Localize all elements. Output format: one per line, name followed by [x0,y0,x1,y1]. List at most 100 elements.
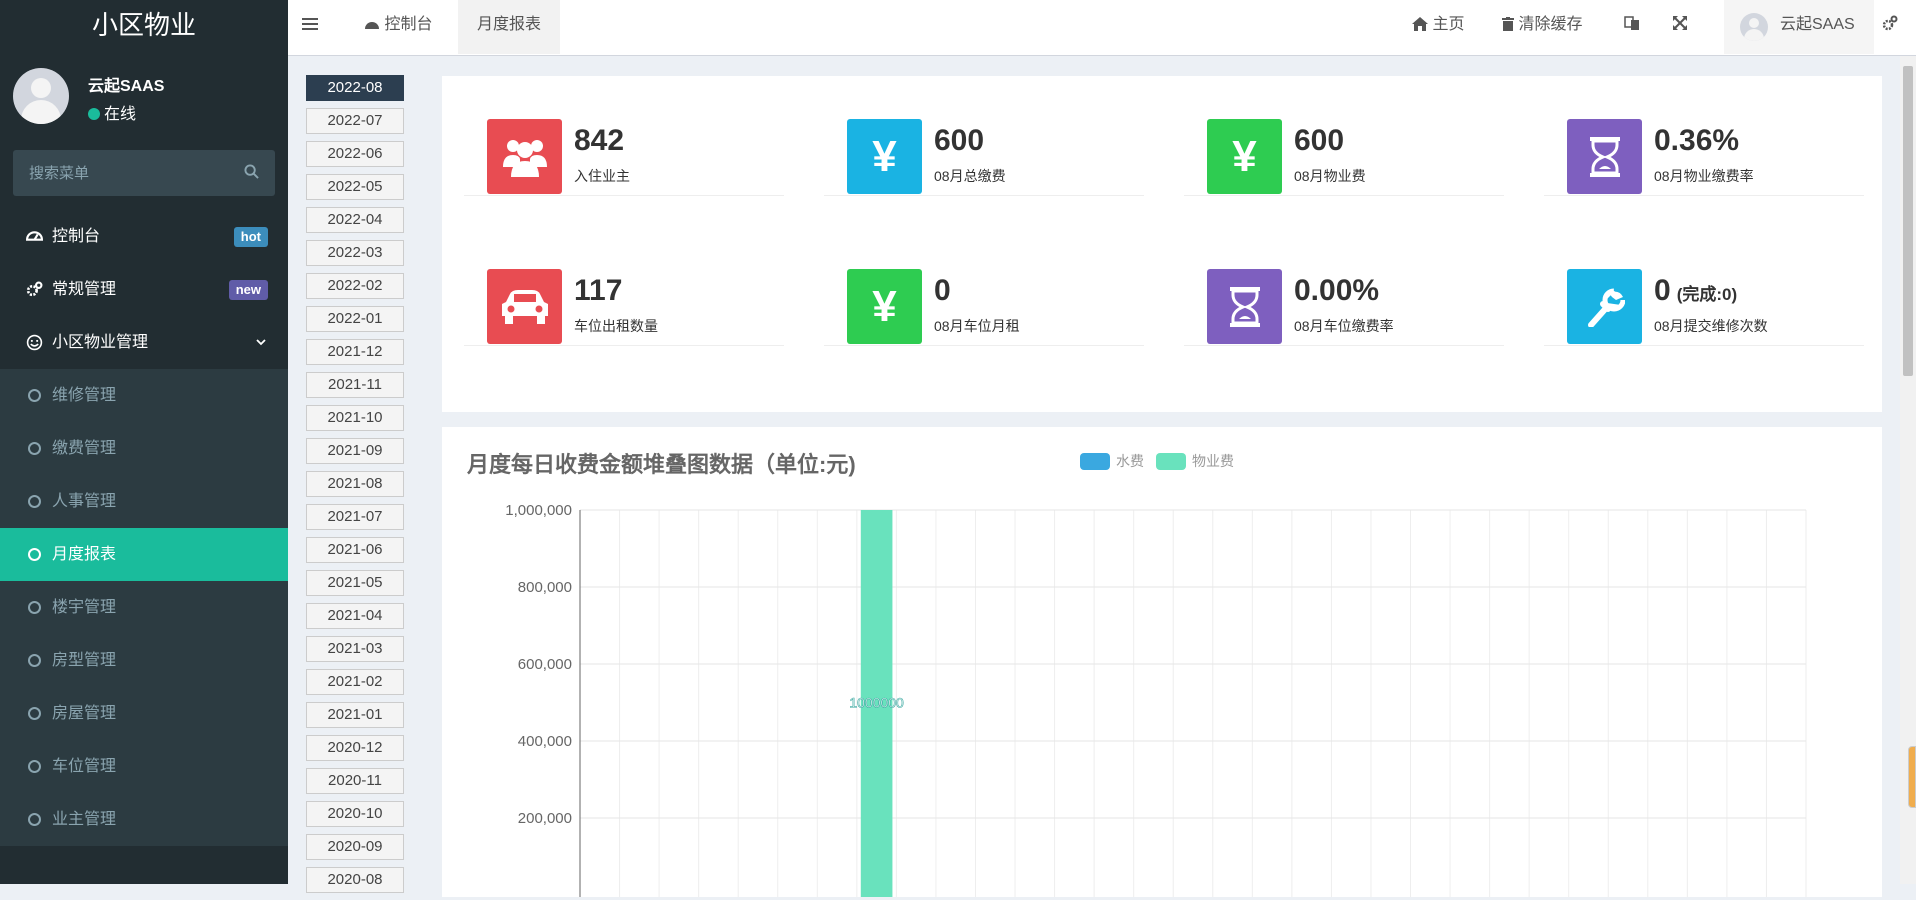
stat-value-text: 0.36% [1654,124,1740,157]
tab-label: 控制台 [384,16,433,33]
month-button[interactable]: 2021-11 [306,372,404,398]
scrollbar-thumb[interactable] [1903,66,1913,376]
month-button[interactable]: 2020-09 [306,834,404,860]
home-button[interactable]: 主页 [1412,0,1464,54]
y-tick-label: 1,000,000 [505,502,572,519]
stat-value-text: 842 [574,124,625,157]
month-button[interactable]: 2021-06 [306,537,404,563]
clear-cache-button[interactable]: 清除缓存 [1502,0,1582,54]
sidebar-nav: 控制台 hot 常规管理 new 小区物业管理 维修管理缴费管理人事管理月度报表… [0,210,288,846]
month-button[interactable]: 2022-05 [306,174,404,200]
stat-value-sub: (完成:0) [1676,285,1738,304]
month-button[interactable]: 2022-06 [306,141,404,167]
stat-value-text: 600 [934,124,985,157]
circle-icon [28,760,41,773]
sidebar-subitem-label: 人事管理 [52,493,117,510]
sidebar-toggle-button[interactable] [302,0,318,54]
yen-icon: ¥ [1207,119,1282,194]
chart-panel: 月度每日收费金额堆叠图数据（单位:元) 水费 物业费 1,000,000 800,0… [442,427,1882,897]
sidebar-item-label: 小区物业管理 [52,334,149,351]
month-button[interactable]: 2022-04 [306,207,404,233]
month-button[interactable]: 2021-08 [306,471,404,497]
stat-card: 117 车位出租数量 [464,226,784,346]
sidebar-item-property[interactable]: 小区物业管理 [0,316,288,369]
sidebar-item-console[interactable]: 控制台 hot [0,210,288,263]
tab-console[interactable]: 控制台 [364,0,432,54]
translate-button[interactable] [1624,0,1640,54]
month-button[interactable]: 2022-08 [306,75,404,101]
circle-icon [28,654,41,667]
stat-card: ¥600 08月总缴费 [824,76,1144,196]
sidebar-subitem[interactable]: 房型管理 [0,634,288,687]
stat-label: 08月车位月租 [934,318,1020,334]
sidebar-subitem[interactable]: 业主管理 [0,793,288,846]
app-logo[interactable]: 小区物业 [0,0,288,50]
month-button[interactable]: 2022-03 [306,240,404,266]
user-panel: 云起SAAS 在线 [13,68,273,126]
hourglass-icon [1207,269,1282,344]
legend-item[interactable]: 水费 [1080,451,1144,471]
stats-panel: 842 入住业主 ¥600 08月总缴费 ¥600 08月物业费 0.36% 08月物业缴费率… [442,76,1882,412]
month-button[interactable]: 2020-12 [306,735,404,761]
sidebar-subitem-label: 缴费管理 [52,440,117,457]
settings-button[interactable] [1882,0,1898,54]
circle-icon [28,707,41,720]
car-icon [487,269,562,344]
sidebar-subitem-label: 房屋管理 [52,705,117,722]
circle-icon [28,389,41,402]
sidebar: 小区物业 云起SAAS 在线 控制台 hot 常规管理 new 小区物业管理 维… [0,0,288,884]
sidebar-subitem[interactable]: 房屋管理 [0,687,288,740]
sidebar-subitem[interactable]: 缴费管理 [0,422,288,475]
month-button[interactable]: 2020-08 [306,867,404,893]
month-button[interactable]: 2022-07 [306,108,404,134]
user-menu-button[interactable]: 云起SAAS [1724,0,1874,54]
stat-card: 0.00% 08月车位缴费率 [1184,226,1504,346]
stat-value-text: 0 [1654,274,1671,307]
month-button[interactable]: 2021-12 [306,339,404,365]
chart-title: 月度每日收费金额堆叠图数据（单位:元) [467,452,856,477]
y-tick-label: 600,000 [518,656,572,673]
sidebar-subitem[interactable]: 楼宇管理 [0,581,288,634]
month-button[interactable]: 2021-01 [306,702,404,728]
fullscreen-button[interactable] [1672,0,1688,54]
month-button[interactable]: 2021-03 [306,636,404,662]
search-icon[interactable] [244,164,259,179]
stat-label: 08月总缴费 [934,168,1006,184]
month-button[interactable]: 2022-02 [306,273,404,299]
search-input[interactable] [13,150,223,196]
sidebar-subitem[interactable]: 月度报表 [0,528,288,581]
stat-value-text: 0.00% [1294,274,1380,307]
legend-label: 物业费 [1192,453,1234,469]
month-button[interactable]: 2021-04 [306,603,404,629]
sidebar-subitem[interactable]: 维修管理 [0,369,288,422]
month-button[interactable]: 2021-07 [306,504,404,530]
circle-icon [28,548,41,561]
stat-value: 0 (完成:0) [1654,274,1737,308]
tab-label: 月度报表 [476,16,541,33]
month-button[interactable]: 2021-10 [306,405,404,431]
user-status-label: 在线 [104,106,137,123]
y-tick-label: 400,000 [518,733,572,750]
stat-value-text: 0 [934,274,951,307]
sidebar-subitem[interactable]: 人事管理 [0,475,288,528]
sidebar-item-label: 控制台 [52,228,101,245]
trash-icon [1502,17,1514,31]
month-button[interactable]: 2021-05 [306,570,404,596]
user-status: 在线 [88,100,136,124]
user-name: 云起SAAS [88,78,165,95]
month-button[interactable]: 2021-09 [306,438,404,464]
stat-label: 08月提交维修次数 [1654,318,1768,334]
legend-item[interactable]: 物业费 [1156,451,1234,471]
chart-canvas: 1,000,000 800,000 600,000 400,000 200,000 100… [505,502,1807,897]
side-float-tab[interactable] [1908,746,1916,808]
y-tick-label: 800,000 [518,579,572,596]
sidebar-subitem[interactable]: 车位管理 [0,740,288,793]
month-button[interactable]: 2020-10 [306,801,404,827]
tab-monthly-report[interactable]: 月度报表 [458,0,560,54]
chevron-down-icon [256,339,266,346]
month-button[interactable]: 2022-01 [306,306,404,332]
month-button[interactable]: 2020-11 [306,768,404,794]
smile-icon [26,334,43,351]
sidebar-item-general[interactable]: 常规管理 new [0,263,288,316]
month-button[interactable]: 2021-02 [306,669,404,695]
